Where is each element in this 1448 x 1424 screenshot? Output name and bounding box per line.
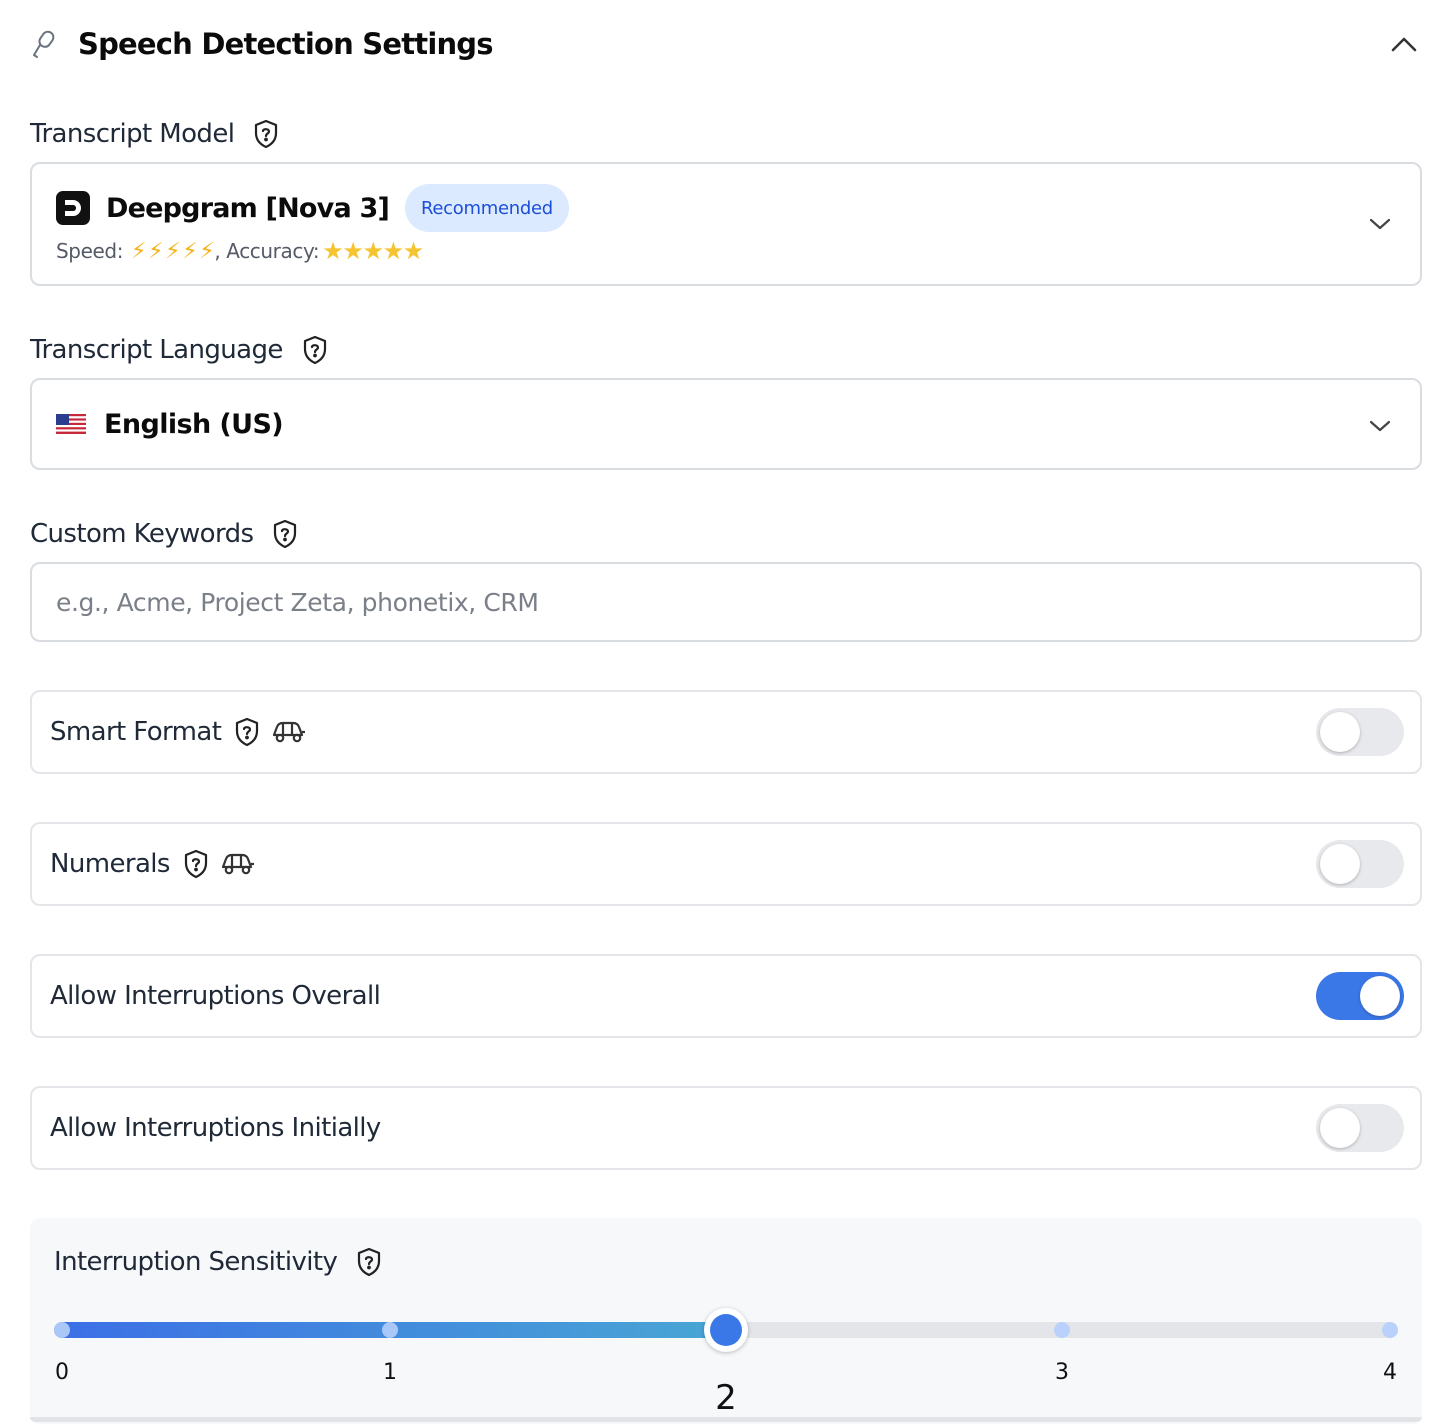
star-icon: ★ bbox=[322, 237, 344, 265]
transcript-model-label-row: Transcript Model bbox=[30, 116, 280, 152]
lightning-icon: ⚡ bbox=[182, 238, 198, 264]
slider-step-dot[interactable] bbox=[382, 1322, 398, 1338]
interruption-sensitivity-label: Interruption Sensitivity bbox=[54, 1247, 338, 1277]
chevron-down-icon bbox=[1368, 414, 1392, 438]
transcript-model-select[interactable]: Deepgram [Nova 3] Recommended Speed: ⚡⚡⚡… bbox=[30, 162, 1422, 286]
custom-keywords-label: Custom Keywords bbox=[30, 519, 254, 549]
us-flag-icon bbox=[56, 414, 86, 434]
car-icon bbox=[220, 849, 256, 879]
slider-tick-label: 0 bbox=[55, 1360, 69, 1385]
model-name: Deepgram [Nova 3] bbox=[106, 192, 390, 224]
help-shield-icon[interactable] bbox=[355, 1247, 383, 1277]
sensitivity-slider-thumb[interactable] bbox=[704, 1308, 748, 1352]
help-shield-icon[interactable] bbox=[233, 717, 261, 747]
allow-interruptions-overall-toggle[interactable] bbox=[1316, 972, 1404, 1020]
smart-format-label: Smart Format bbox=[50, 717, 222, 747]
help-shield-icon[interactable] bbox=[301, 335, 329, 365]
section-title: Speech Detection Settings bbox=[78, 27, 494, 61]
transcript-language-label-row: Transcript Language bbox=[30, 332, 329, 368]
panel-bottom-border bbox=[30, 1417, 1422, 1422]
slider-thumb-center bbox=[710, 1314, 742, 1346]
slider-step-dot[interactable] bbox=[1054, 1322, 1070, 1338]
microphone-icon bbox=[30, 27, 60, 61]
transcript-model-label: Transcript Model bbox=[30, 119, 235, 149]
lightning-icon: ⚡ bbox=[148, 238, 164, 264]
smart-format-card: Smart Format bbox=[30, 690, 1422, 774]
slider-tick-label: 2 bbox=[715, 1378, 737, 1418]
smart-format-toggle[interactable] bbox=[1316, 708, 1404, 756]
allow-interruptions-initially-label: Allow Interruptions Initially bbox=[50, 1113, 381, 1143]
sensitivity-slider-track[interactable] bbox=[54, 1308, 1398, 1352]
slider-tick-label: 4 bbox=[1383, 1360, 1397, 1385]
star-icon: ★ bbox=[342, 237, 364, 265]
speed-label: Speed: bbox=[56, 239, 124, 263]
numerals-card: Numerals bbox=[30, 822, 1422, 906]
slider-step-dot[interactable] bbox=[54, 1322, 70, 1338]
help-shield-icon[interactable] bbox=[252, 119, 280, 149]
lightning-icon: ⚡ bbox=[165, 238, 181, 264]
language-name: English (US) bbox=[104, 408, 284, 440]
star-icon: ★ bbox=[382, 237, 405, 265]
star-icon: ★ bbox=[402, 237, 425, 265]
chevron-down-icon bbox=[1368, 212, 1392, 236]
help-shield-icon[interactable] bbox=[182, 849, 210, 879]
slider-step-dot[interactable] bbox=[1382, 1322, 1398, 1338]
allow-interruptions-overall-card: Allow Interruptions Overall bbox=[30, 954, 1422, 1038]
allow-interruptions-initially-card: Allow Interruptions Initially bbox=[30, 1086, 1422, 1170]
accuracy-label: , Accuracy: bbox=[214, 239, 320, 263]
transcript-language-label: Transcript Language bbox=[30, 335, 283, 365]
lightning-icon: ⚡ bbox=[199, 238, 215, 264]
help-shield-icon[interactable] bbox=[271, 519, 299, 549]
toggle-knob bbox=[1320, 844, 1360, 884]
numerals-toggle[interactable] bbox=[1316, 840, 1404, 888]
custom-keywords-label-row: Custom Keywords bbox=[30, 516, 299, 552]
chevron-up-icon[interactable] bbox=[1388, 28, 1420, 60]
allow-interruptions-overall-label: Allow Interruptions Overall bbox=[50, 981, 381, 1011]
numerals-label: Numerals bbox=[50, 849, 170, 879]
slider-tick-label: 1 bbox=[383, 1360, 397, 1385]
star-icon: ★ bbox=[362, 237, 385, 265]
lightning-icon: ⚡ bbox=[131, 238, 147, 264]
model-ratings: Speed: ⚡⚡⚡⚡⚡ , Accuracy: ★★★★★ bbox=[56, 236, 424, 266]
toggle-knob bbox=[1360, 976, 1400, 1016]
speed-rating: ⚡⚡⚡⚡⚡ bbox=[129, 238, 215, 264]
transcript-language-select[interactable]: English (US) bbox=[30, 378, 1422, 470]
recommended-badge: Recommended bbox=[405, 184, 569, 232]
allow-interruptions-initially-toggle[interactable] bbox=[1316, 1104, 1404, 1152]
custom-keywords-input[interactable] bbox=[30, 562, 1422, 642]
toggle-knob bbox=[1320, 1108, 1360, 1148]
car-icon bbox=[271, 717, 307, 747]
toggle-knob bbox=[1320, 712, 1360, 752]
deepgram-logo-icon bbox=[56, 191, 90, 225]
model-line: Deepgram [Nova 3] Recommended bbox=[56, 184, 569, 232]
section-header: Speech Detection Settings bbox=[30, 22, 1422, 66]
accuracy-rating: ★★★★★ bbox=[322, 237, 425, 265]
slider-tick-label: 3 bbox=[1055, 1360, 1069, 1385]
interruption-sensitivity-label-row: Interruption Sensitivity bbox=[54, 1244, 383, 1280]
language-line: English (US) bbox=[56, 406, 284, 442]
interruption-sensitivity-panel: Interruption Sensitivity 0 1 2 3 4 bbox=[30, 1218, 1422, 1424]
